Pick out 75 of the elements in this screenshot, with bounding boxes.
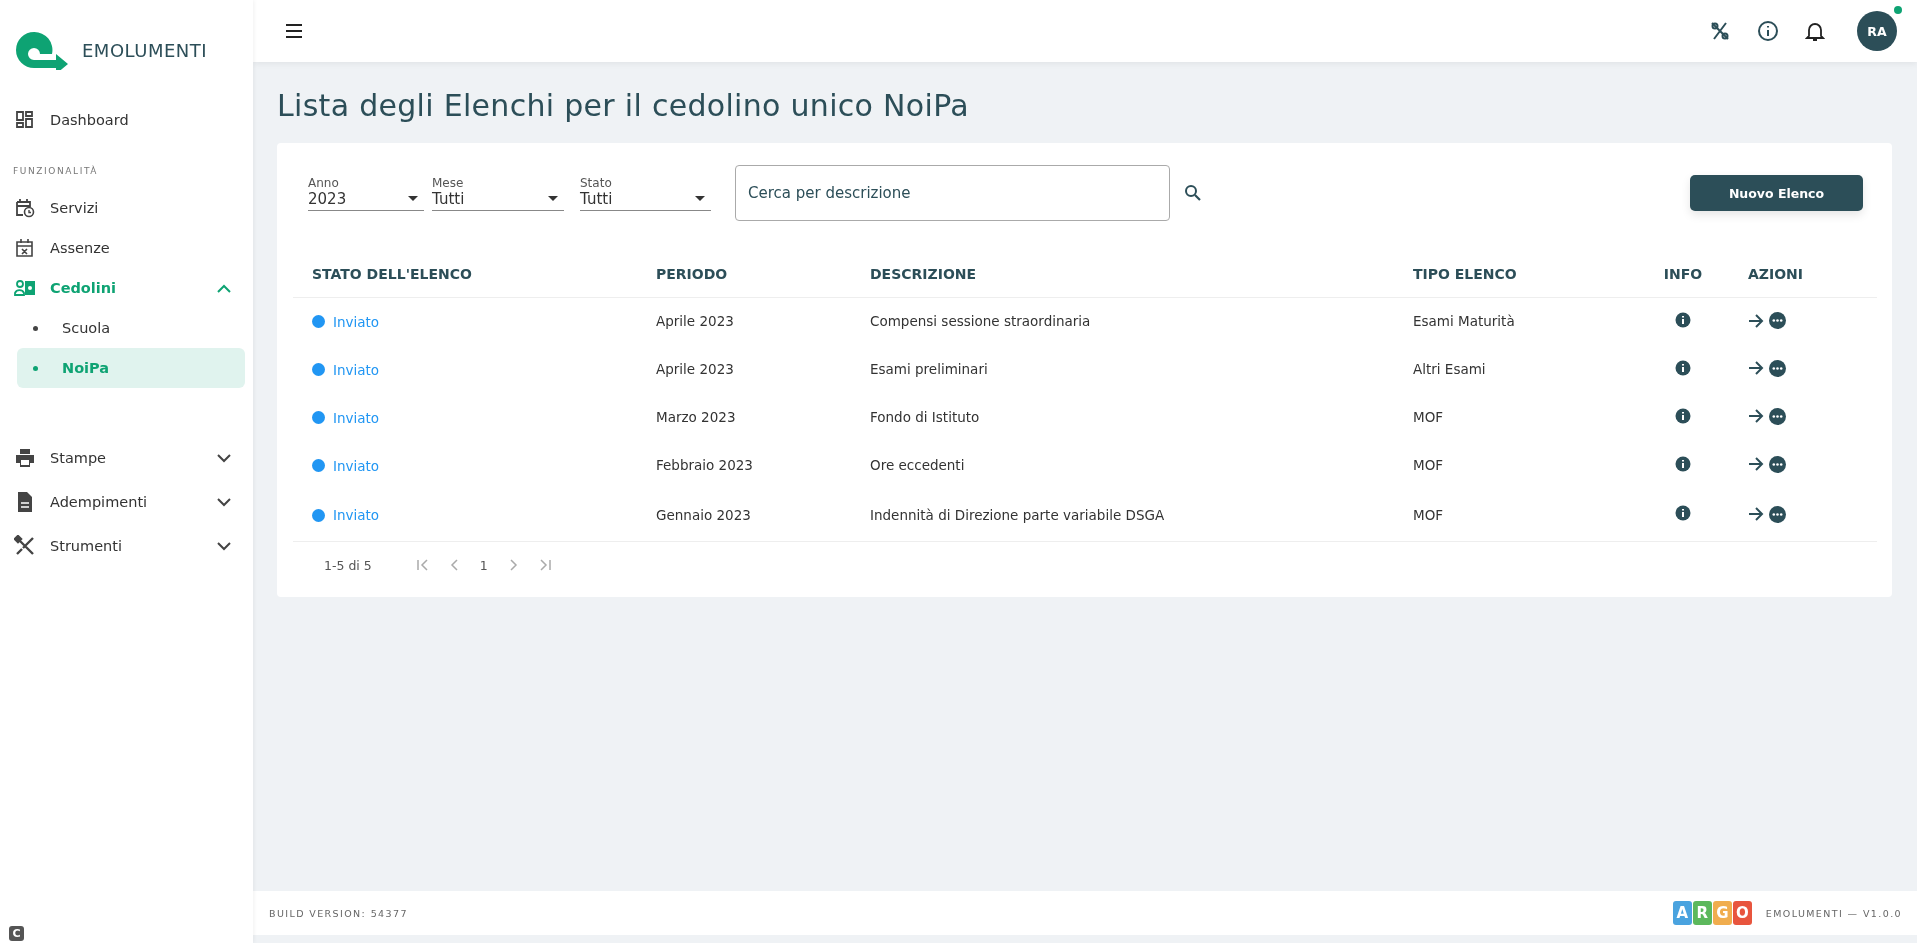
info-icon[interactable] [1757,20,1779,42]
logo-letter: A [1672,901,1692,925]
search-icon[interactable] [1184,184,1202,202]
caret-icon [408,196,418,201]
page-range: 1-5 di 5 [324,557,372,573]
column-header: TIPO ELENCO [1394,251,1637,297]
table-cell-text: Marzo 2023 [655,408,737,427]
printer-icon [14,447,36,469]
user-avatar[interactable]: RA [1857,11,1897,51]
nav-item[interactable]: Strumenti [0,524,253,568]
dropdown[interactable]: Mese Tutti [432,175,564,211]
more-icon[interactable] [1769,455,1786,473]
more-icon[interactable] [1769,359,1786,377]
caret-icon [695,196,705,201]
app-version: EMOLUMENTI — V1.0.0 [1765,907,1902,919]
app-name: EMOLUMENTI [82,39,208,61]
nav-item[interactable]: Adempimenti [0,480,253,524]
page-number[interactable]: 1 [479,557,488,573]
nav-subitem[interactable]: Scuola [17,308,245,348]
calendar-x-icon [14,237,36,259]
nav-item[interactable]: Stampe [0,436,253,480]
table-cell: Indennità di Direzione parte variabile DSGA [851,489,1394,541]
arrow-right-icon[interactable] [1748,507,1764,521]
search-field[interactable]: Cerca per descrizione [735,165,1170,221]
dropdown[interactable]: Stato Tutti [580,175,711,211]
more-icon[interactable] [1769,505,1786,523]
nav-item[interactable]: Assenze [0,228,253,268]
build-version: BUILD VERSION: 54377 [269,907,408,919]
tools-icon [14,535,36,557]
corner-badge: C [9,926,24,941]
grid-icon [14,109,36,131]
logo-letter: R [1692,901,1712,925]
column-header: AZIONI [1729,251,1877,297]
column-header: DESCRIZIONE [851,251,1394,297]
info-icon[interactable] [1675,359,1691,376]
dropdown[interactable]: Anno 2023 [308,175,424,211]
table-cell-text: Febbraio 2023 [655,456,754,475]
arrow-right-icon[interactable] [1748,409,1764,424]
calendar-clock-icon [14,197,36,219]
table-cell-text: Fondo di Istituto [869,408,981,427]
logo-letter: O [1732,901,1752,925]
bell-icon[interactable] [1805,20,1825,42]
arrow-right-icon[interactable] [1748,313,1764,328]
table-cell-text: Altri Esami [1412,360,1487,379]
table-cell-text: MOF [1412,408,1445,427]
info-icon[interactable] [1675,311,1691,328]
logo-letter: G [1712,901,1732,925]
nav-item[interactable]: Dashboard [0,100,253,140]
more-icon[interactable] [1769,312,1786,329]
arrow-right-icon[interactable] [1748,361,1764,376]
percent-slash-icon[interactable] [1709,20,1731,42]
table-cell: Esami Maturità [1394,297,1637,345]
table-cell: Compensi sessione straordinaria [851,297,1394,345]
person-banknote-icon [14,277,36,299]
info-icon[interactable] [1675,505,1691,522]
new-list-button[interactable]: Nuovo Elenco [1690,175,1863,211]
info-icon[interactable] [1675,407,1691,424]
column-header: PERIODO [637,251,851,297]
section-label: FUNZIONALITÀ [12,164,100,178]
table-cell-text: Aprile 2023 [655,360,735,379]
table-cell-text: Esami preliminari [869,360,989,379]
column-header: INFO [1637,251,1729,297]
more-icon[interactable] [1769,407,1786,425]
table-cell-text: Ore eccedenti [869,456,966,475]
arrow-right-icon[interactable] [1748,457,1764,472]
table-cell: Aprile 2023 [637,297,851,345]
menu-icon[interactable] [285,24,303,38]
table-cell-text: MOF [1412,456,1445,475]
table-cell: Gennaio 2023 [637,489,851,541]
info-icon[interactable] [1675,455,1691,472]
page-title: Lista degli Elenchi per il cedolino unico NoiPa [277,88,970,123]
table-cell: MOF [1394,489,1637,541]
column-header: STATO DELL'ELENCO [293,251,637,297]
caret-icon [548,196,558,201]
nav-item[interactable]: Servizi [0,188,253,228]
